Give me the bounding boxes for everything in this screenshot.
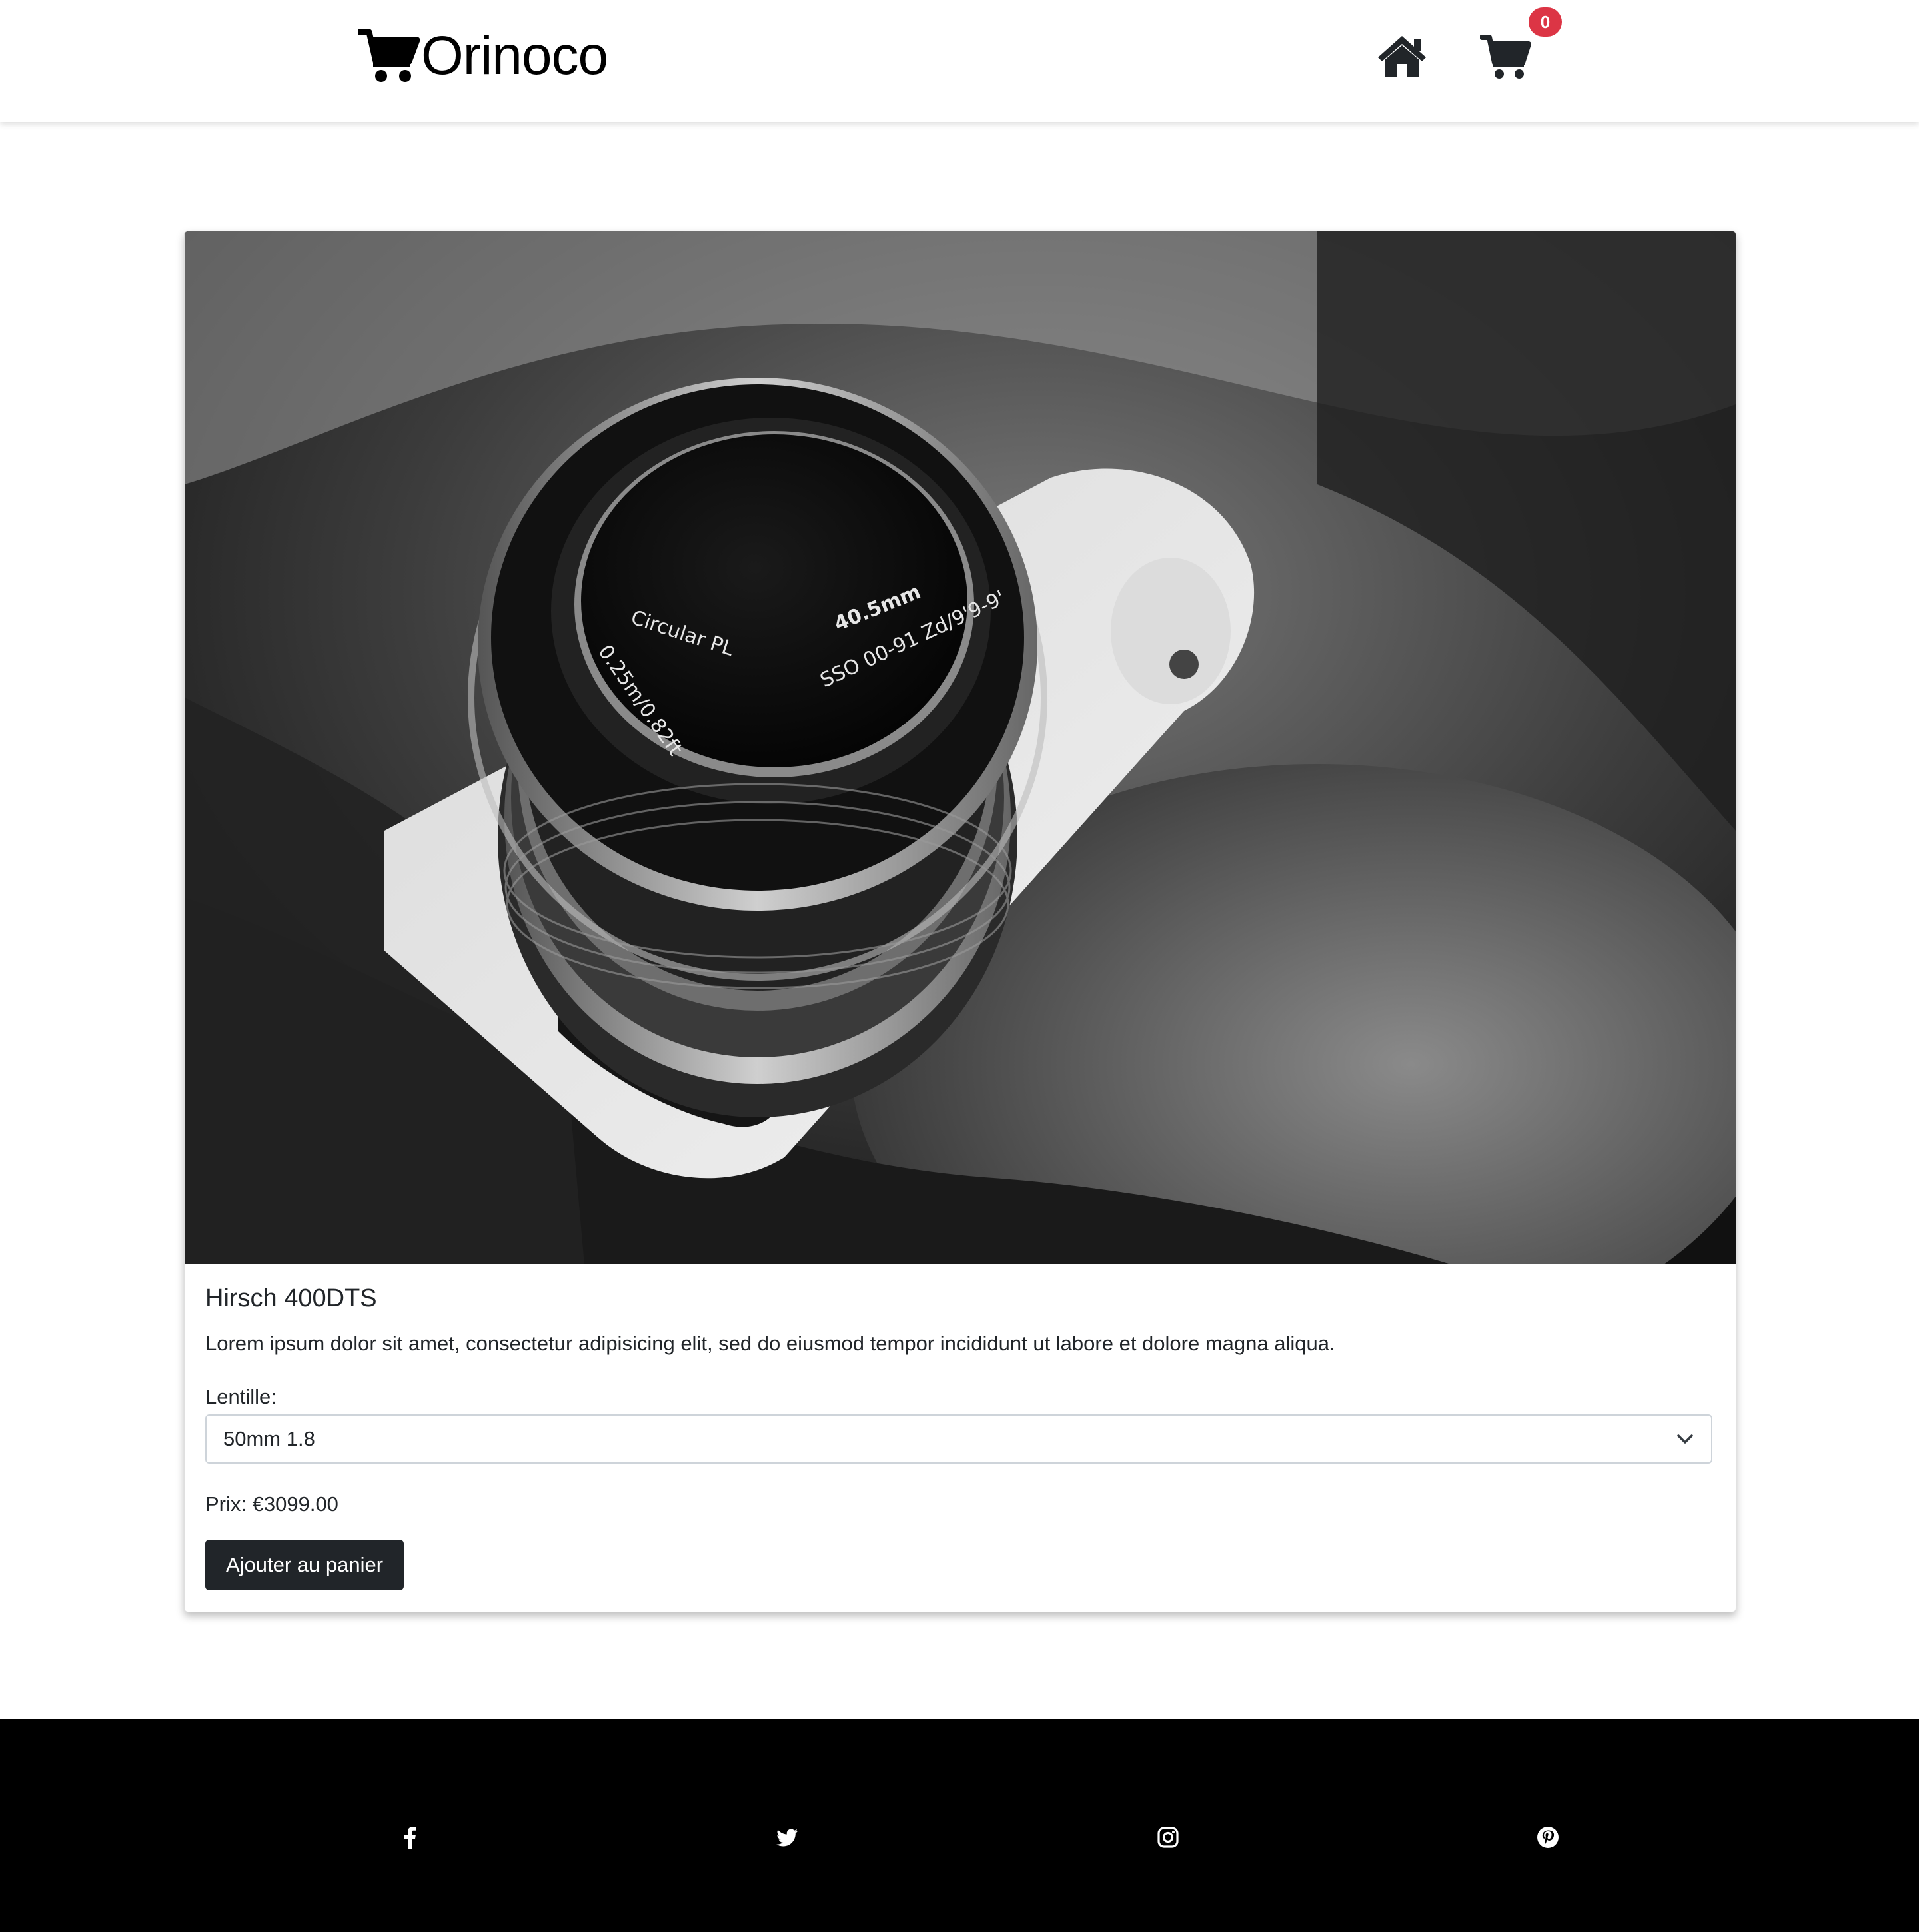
product-image: Circular PL 40.5mm SSO 00-91 Zd/9'9-9' 0… [185, 231, 1736, 1264]
cart-icon [1480, 33, 1532, 80]
home-icon [1375, 33, 1429, 79]
pinterest-icon[interactable] [1536, 1825, 1560, 1849]
cart-logo-icon [358, 28, 421, 84]
chevron-down-icon [1676, 1432, 1694, 1446]
lens-select[interactable]: 50mm 1.8 [205, 1414, 1712, 1464]
lens-selected-value: 50mm 1.8 [223, 1427, 315, 1450]
product-card: Circular PL 40.5mm SSO 00-91 Zd/9'9-9' 0… [184, 231, 1736, 1612]
site-header: Orinoco 0 [0, 0, 1919, 122]
product-description: Lorem ipsum dolor sit amet, consectetur … [205, 1332, 1335, 1355]
cart-nav-button[interactable] [1480, 33, 1532, 80]
brand-name: Orinoco [421, 25, 608, 86]
cart-count-badge: 0 [1529, 7, 1562, 37]
facebook-icon[interactable] [398, 1825, 422, 1849]
instagram-icon[interactable] [1156, 1825, 1180, 1849]
product-name: Hirsch 400DTS [205, 1284, 377, 1312]
twitter-icon[interactable] [775, 1825, 799, 1849]
home-nav-button[interactable] [1375, 33, 1429, 79]
price-value: €3099.00 [252, 1492, 338, 1516]
lens-label: Lentille: [205, 1385, 277, 1408]
price-label: Prix: [205, 1492, 247, 1516]
brand-logo-link[interactable]: Orinoco [358, 25, 608, 87]
add-to-cart-button[interactable]: Ajouter au panier [205, 1540, 404, 1590]
site-footer [0, 1719, 1919, 1932]
product-price: Prix: €3099.00 [205, 1491, 338, 1518]
